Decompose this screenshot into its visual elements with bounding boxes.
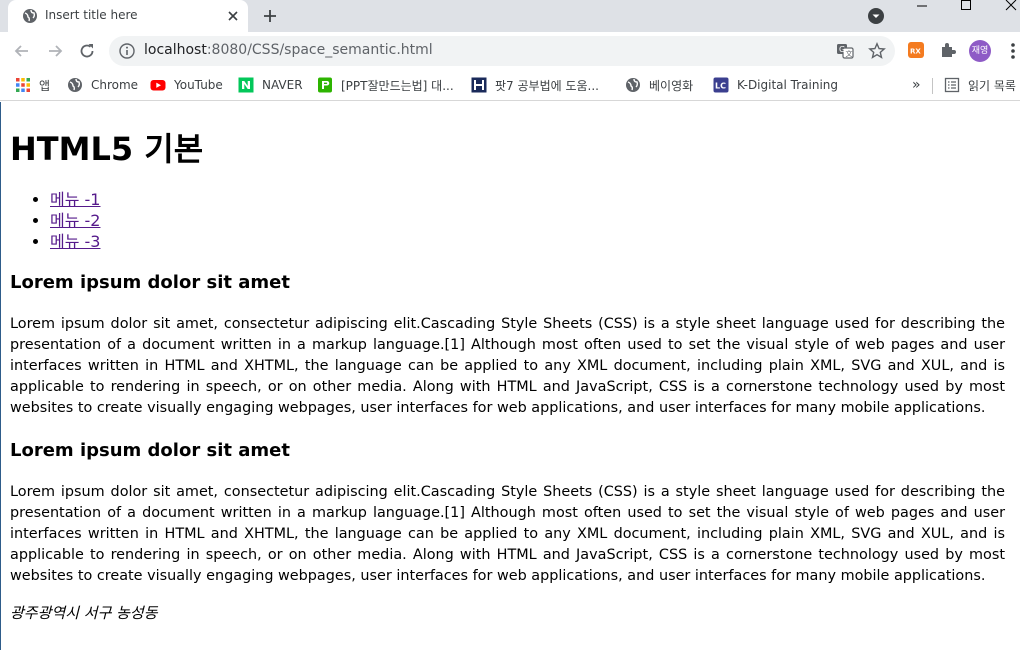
bookmark-label: 앱 — [39, 78, 51, 93]
window-close-icon[interactable] — [1003, 0, 1020, 12]
bookmark-label: NAVER — [262, 78, 303, 92]
lc-icon: LC — [713, 77, 729, 93]
translate-icon[interactable]: G 文 — [836, 42, 854, 60]
svg-text:文: 文 — [846, 49, 853, 58]
globe-icon — [23, 9, 37, 23]
bookmarks-bar: 앱 Chrome YouTube NAVER [PPT잘만드는법] 대... 팟… — [0, 70, 1020, 101]
tab-title: Insert title here — [45, 8, 138, 22]
globe-icon — [626, 78, 640, 92]
ppt-icon — [318, 77, 332, 93]
bookmark-kdigital[interactable]: LC K-Digital Training — [713, 75, 838, 95]
bookmark-youtube[interactable]: YouTube — [150, 75, 223, 95]
forward-arrow-icon[interactable] — [45, 41, 65, 61]
extensions-puzzle-icon[interactable] — [939, 41, 957, 59]
nav-menu-item: 메뉴 -3 — [50, 231, 100, 252]
bookmark-naver[interactable]: NAVER — [238, 75, 303, 95]
nav-menu: 메뉴 -1 메뉴 -2 메뉴 -3 — [10, 189, 100, 252]
svg-text:RX: RX — [910, 48, 921, 56]
bookmark-label: Chrome — [91, 78, 139, 92]
section-1-title: Lorem ipsum dolor sit amet — [10, 272, 290, 293]
bookmark-label: 팟7 공부법에 도움... — [495, 78, 599, 93]
maximize-icon[interactable] — [958, 0, 974, 12]
minimize-icon[interactable] — [913, 0, 931, 12]
nav-menu-item: 메뉴 -1 — [50, 189, 100, 210]
active-tab[interactable]: Insert title here — [8, 0, 248, 32]
bookmark-star-icon[interactable] — [868, 42, 886, 60]
bookmarks-divider — [932, 78, 933, 94]
globe-icon — [68, 78, 82, 92]
menu-link-2[interactable]: 메뉴 -2 — [50, 211, 100, 230]
bookmark-label: K-Digital Training — [737, 78, 839, 92]
reading-list-label: 읽기 목록 — [968, 78, 1016, 93]
tab-strip: Insert title here — [0, 0, 1020, 32]
bookmark-label: YouTube — [174, 78, 223, 92]
reading-list-icon — [944, 77, 960, 93]
bookmark-label: [PPT잘만드는법] 대... — [341, 78, 454, 93]
section-1-body: Lorem ipsum dolor sit amet, consectetur … — [10, 316, 1005, 416]
address-bar[interactable]: localhost:8080/CSS/space_semantic.html G… — [109, 36, 895, 66]
new-tab-plus-icon[interactable] — [262, 8, 278, 24]
nav-menu-item: 메뉴 -2 — [50, 210, 100, 231]
menu-link-3[interactable]: 메뉴 -3 — [50, 232, 100, 251]
close-tab-icon[interactable] — [226, 9, 240, 23]
page-heading: HTML5 기본 — [10, 130, 204, 168]
site-info-icon[interactable] — [119, 43, 135, 59]
youtube-icon — [150, 80, 166, 91]
profile-avatar[interactable]: 재영 — [969, 40, 991, 62]
bookmark-movie[interactable]: 베이영화 — [625, 75, 693, 95]
bookmarks-overflow-chevron[interactable]: » — [912, 75, 921, 95]
bookmark-study[interactable]: 팟7 공부법에 도움... — [471, 75, 599, 95]
bookmark-chrome[interactable]: Chrome — [67, 75, 138, 95]
svg-text:LC: LC — [715, 82, 726, 91]
tab-search-icon[interactable] — [867, 7, 885, 25]
reading-list[interactable]: 읽기 목록 — [944, 75, 1016, 95]
bookmark-apps[interactable]: 앱 — [15, 75, 50, 95]
page-viewport: HTML5 기본 메뉴 -1 메뉴 -2 메뉴 -3 Lorem ipsum d… — [0, 102, 1020, 650]
h-icon — [471, 77, 487, 93]
url-path: :8080/CSS/space_semantic.html — [206, 42, 433, 58]
browser-toolbar: localhost:8080/CSS/space_semantic.html G… — [0, 32, 1020, 70]
section-2-body: Lorem ipsum dolor sit amet, consectetur … — [10, 484, 1005, 584]
svg-text:G: G — [839, 45, 845, 54]
section-2-title: Lorem ipsum dolor sit amet — [10, 440, 290, 461]
apps-grid-icon — [16, 78, 30, 92]
rx-extension-icon[interactable]: RX — [907, 41, 925, 59]
url-host: localhost — [144, 42, 207, 58]
menu-link-1[interactable]: 메뉴 -1 — [50, 190, 100, 209]
back-arrow-icon[interactable] — [12, 41, 32, 61]
reload-icon[interactable] — [77, 41, 97, 61]
naver-icon — [238, 77, 254, 93]
footer-address: 광주광역시 서구 농성동 — [10, 604, 158, 622]
bookmark-ppt[interactable]: [PPT잘만드는법] 대... — [317, 75, 454, 95]
more-menu-icon[interactable] — [1008, 42, 1018, 60]
bookmark-label: 베이영화 — [649, 78, 694, 93]
url-text[interactable]: localhost:8080/CSS/space_semantic.html — [144, 42, 433, 58]
